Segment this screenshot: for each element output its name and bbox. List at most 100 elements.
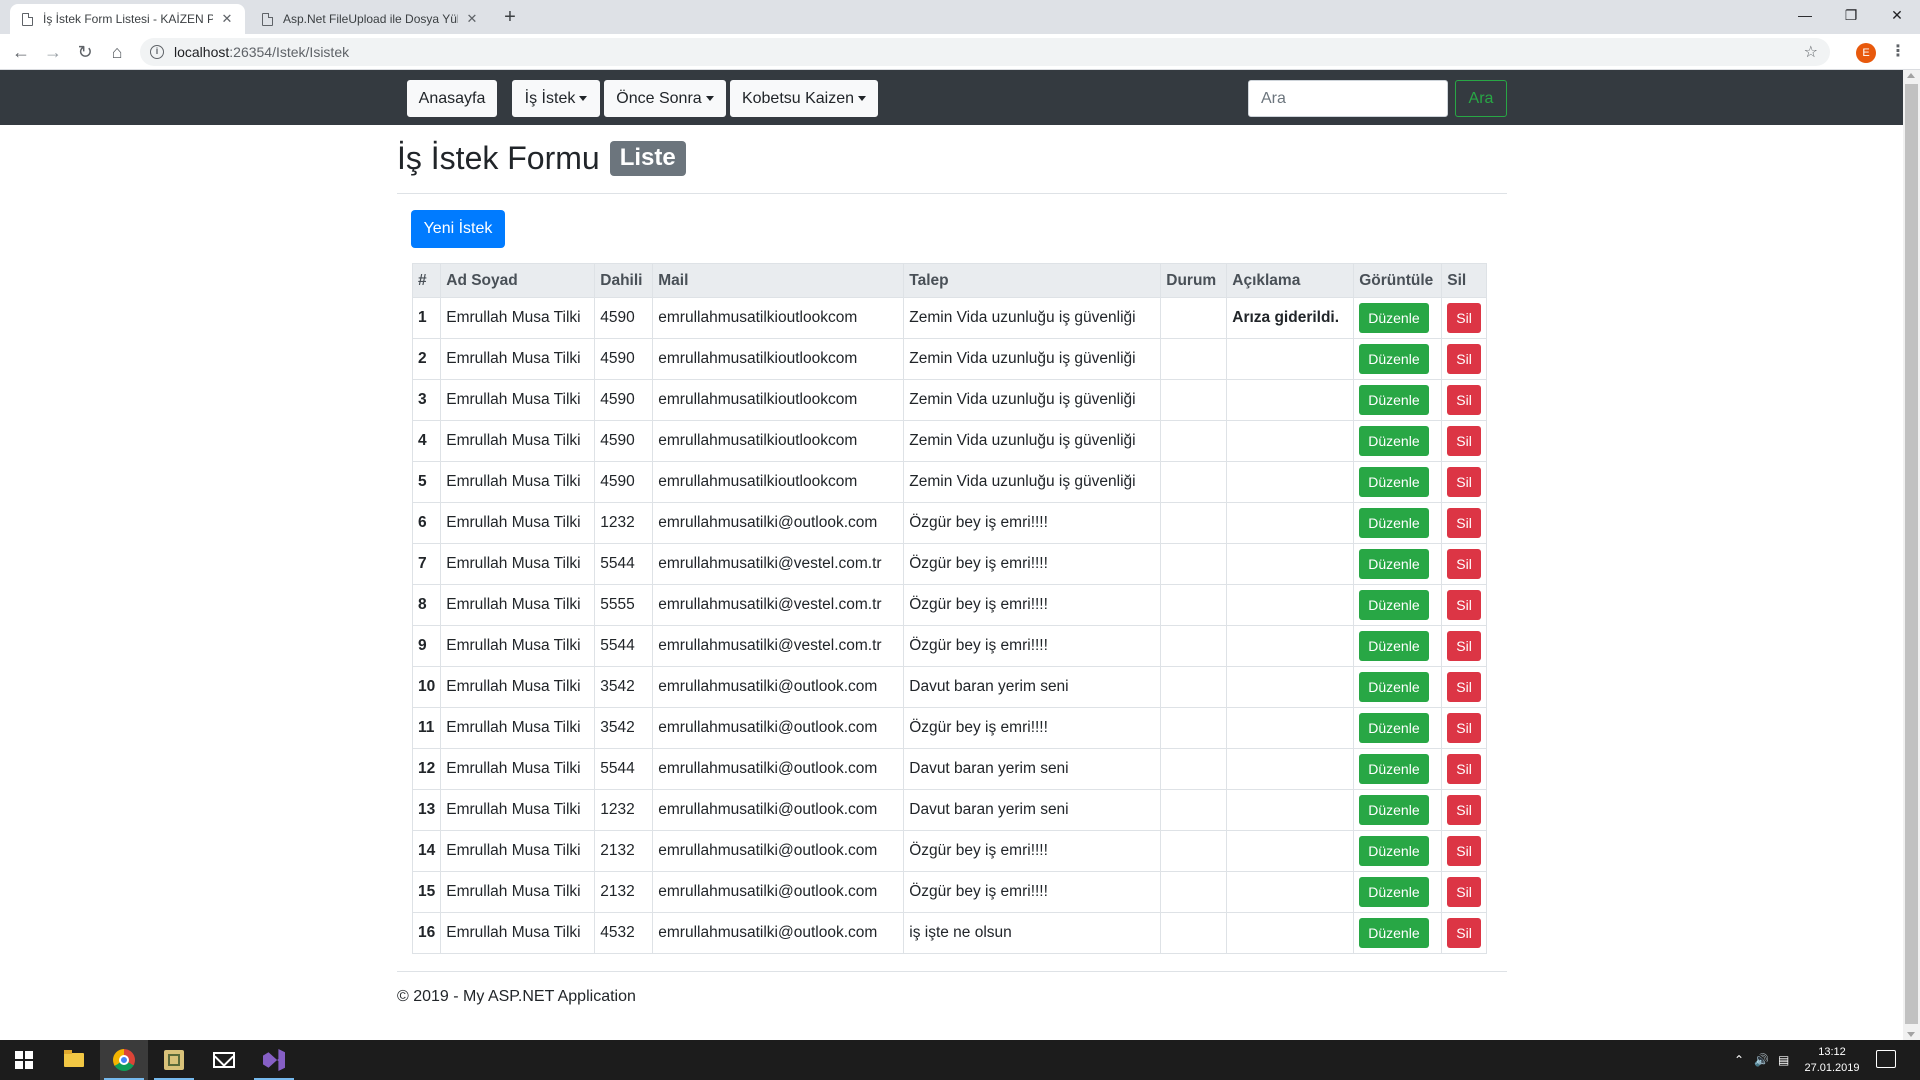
cell-extension: 5544 — [594, 625, 654, 667]
delete-button[interactable]: Sil — [1447, 631, 1481, 661]
nav-kobetsu-kaizen-dropdown[interactable]: Kobetsu Kaizen — [730, 80, 878, 117]
table-row: 6 Emrullah Musa Tilki 1232 emrullahmusatilk… — [411, 502, 1487, 544]
cell-note — [1226, 748, 1355, 790]
profile-avatar[interactable]: E — [1856, 43, 1876, 63]
visual-studio-icon[interactable] — [250, 1040, 298, 1080]
caret-down-icon — [858, 96, 867, 101]
delete-button[interactable]: Sil — [1447, 385, 1481, 415]
forward-icon[interactable]: → — [40, 39, 66, 65]
cell-mail: emrullahmusatilkioutlookcom — [652, 297, 905, 339]
delete-button[interactable]: Sil — [1447, 549, 1481, 579]
column-header: Sil — [1441, 263, 1487, 298]
browser-tab[interactable]: Asp.Net FileUpload ile Dosya Yük ✕ — [250, 4, 490, 34]
cell-name: Emrullah Musa Tilki — [440, 748, 596, 790]
restore-icon[interactable]: ❐ — [1828, 0, 1874, 30]
edit-button[interactable]: Düzenle — [1359, 836, 1429, 866]
delete-button[interactable]: Sil — [1447, 590, 1481, 620]
delete-button[interactable]: Sil — [1447, 426, 1481, 456]
cell-delete: Sil — [1441, 543, 1487, 585]
cell-request: Davut baran yerim seni — [903, 789, 1162, 831]
scroll-down-icon[interactable] — [1907, 1032, 1915, 1037]
cell-extension: 5555 — [594, 584, 654, 626]
delete-button[interactable]: Sil — [1447, 918, 1481, 948]
cell-note — [1226, 420, 1355, 462]
table-row: 3 Emrullah Musa Tilki 4590 emrullahmusatilk… — [411, 379, 1487, 421]
search-button[interactable]: Ara — [1455, 80, 1507, 117]
cell-delete: Sil — [1441, 666, 1487, 708]
edit-button[interactable]: Düzenle — [1359, 590, 1429, 620]
new-request-button[interactable]: Yeni İstek — [411, 210, 505, 248]
notification-icon[interactable] — [1876, 1050, 1896, 1068]
table-row: 9 Emrullah Musa Tilki 5544 emrullahmusatilk… — [411, 625, 1487, 667]
cell-delete: Sil — [1441, 830, 1487, 872]
edit-button[interactable]: Düzenle — [1359, 631, 1429, 661]
edit-button[interactable]: Düzenle — [1359, 672, 1429, 702]
network-icon[interactable]: ▤ — [1778, 1040, 1789, 1080]
tab-close-icon[interactable]: ✕ — [464, 11, 480, 27]
taskbar-clock[interactable]: 13:12 27.01.2019 — [1804, 1044, 1860, 1076]
edit-button[interactable]: Düzenle — [1359, 467, 1429, 497]
edit-button[interactable]: Düzenle — [1359, 795, 1429, 825]
nav-once-sonra-dropdown[interactable]: Önce Sonra — [604, 80, 726, 117]
cell-delete: Sil — [1441, 502, 1487, 544]
mail-icon[interactable] — [200, 1040, 248, 1080]
tab-close-icon[interactable]: ✕ — [219, 11, 235, 27]
reload-icon[interactable]: ↻ — [72, 39, 98, 65]
back-icon[interactable]: ← — [8, 39, 34, 65]
info-icon[interactable]: i — [150, 45, 164, 59]
table-body: 1 Emrullah Musa Tilki 4590 emrullahmusatilk… — [411, 297, 1487, 954]
cell-delete: Sil — [1441, 748, 1487, 790]
volume-icon[interactable]: 🔊 — [1754, 1040, 1769, 1080]
cell-request: iş işte ne olsun — [903, 912, 1162, 954]
delete-button[interactable]: Sil — [1447, 795, 1481, 825]
address-bar[interactable]: i localhost:26354/Istek/Isistek ☆ — [140, 38, 1830, 66]
windows-start-icon[interactable] — [0, 1040, 48, 1080]
close-window-icon[interactable]: ✕ — [1874, 0, 1920, 30]
delete-button[interactable]: Sil — [1447, 713, 1481, 743]
delete-button[interactable]: Sil — [1447, 508, 1481, 538]
delete-button[interactable]: Sil — [1447, 303, 1481, 333]
bookmark-star-icon[interactable]: ☆ — [1804, 42, 1818, 62]
edit-button[interactable]: Düzenle — [1359, 918, 1429, 948]
edit-button[interactable]: Düzenle — [1359, 549, 1429, 579]
edit-button[interactable]: Düzenle — [1359, 426, 1429, 456]
table-row: 12 Emrullah Musa Tilki 5544 emrullahmusatil… — [411, 748, 1487, 790]
page-scrollbar[interactable] — [1903, 70, 1920, 1040]
home-icon[interactable]: ⌂ — [104, 39, 130, 65]
minimize-icon[interactable]: — — [1782, 0, 1828, 30]
search-input[interactable] — [1248, 80, 1448, 117]
edit-button[interactable]: Düzenle — [1359, 303, 1429, 333]
file-explorer-icon[interactable] — [50, 1040, 98, 1080]
delete-button[interactable]: Sil — [1447, 836, 1481, 866]
chrome-icon[interactable] — [100, 1040, 148, 1080]
edit-button[interactable]: Düzenle — [1359, 754, 1429, 784]
cell-extension: 4590 — [594, 297, 654, 339]
new-tab-button[interactable]: + — [498, 6, 522, 30]
browser-tab-active[interactable]: İş İstek Form Listesi - KAİZEN PO ✕ — [10, 4, 245, 34]
nav-anasayfa[interactable]: Anasayfa — [407, 80, 497, 117]
delete-button[interactable]: Sil — [1447, 877, 1481, 907]
scrollbar-thumb[interactable] — [1905, 84, 1918, 1024]
scroll-up-icon[interactable] — [1907, 73, 1915, 78]
document-icon — [262, 12, 273, 26]
tool-app-icon[interactable] — [150, 1040, 198, 1080]
cell-extension: 4590 — [594, 420, 654, 462]
edit-button[interactable]: Düzenle — [1359, 713, 1429, 743]
url-path: :26354/Istek/Isistek — [229, 44, 350, 60]
edit-button[interactable]: Düzenle — [1359, 344, 1429, 374]
cell-view: Düzenle — [1353, 871, 1443, 913]
delete-button[interactable]: Sil — [1447, 672, 1481, 702]
page-title-text: İş İstek Formu — [397, 140, 600, 176]
cell-name: Emrullah Musa Tilki — [440, 461, 596, 503]
delete-button[interactable]: Sil — [1447, 344, 1481, 374]
delete-button[interactable]: Sil — [1447, 467, 1481, 497]
edit-button[interactable]: Düzenle — [1359, 877, 1429, 907]
cell-mail: emrullahmusatilkioutlookcom — [652, 379, 905, 421]
edit-button[interactable]: Düzenle — [1359, 385, 1429, 415]
nav-is-istek-dropdown[interactable]: İş İstek — [512, 80, 600, 117]
row-number: 10 — [411, 666, 442, 708]
tray-chevron-icon[interactable]: ⌃ — [1734, 1040, 1744, 1080]
browser-menu-icon[interactable]: ⋮ — [1890, 42, 1906, 62]
delete-button[interactable]: Sil — [1447, 754, 1481, 784]
edit-button[interactable]: Düzenle — [1359, 508, 1429, 538]
